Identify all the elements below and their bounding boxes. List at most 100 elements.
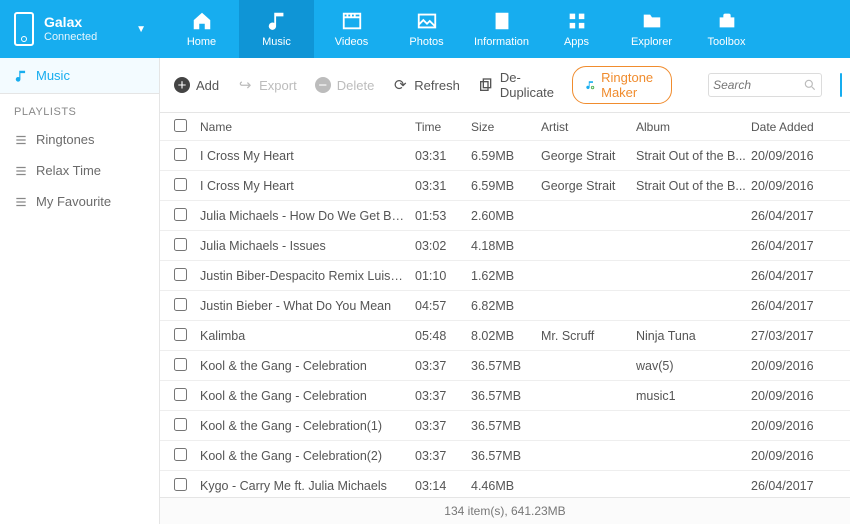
nav-label: Home [187, 36, 216, 48]
cell-artist: George Strait [541, 179, 636, 193]
table-row[interactable]: Julia Michaels - How Do We Get Ba...01:5… [160, 201, 850, 231]
select-all-checkbox[interactable] [174, 119, 187, 132]
cell-size: 6.59MB [471, 149, 541, 163]
cell-date: 20/09/2016 [751, 359, 836, 373]
cell-time: 03:37 [415, 419, 471, 433]
nav-label: Toolbox [708, 36, 746, 48]
col-name[interactable]: Name [200, 120, 415, 134]
refresh-button[interactable]: ⟳Refresh [392, 77, 460, 93]
nav-photos[interactable]: Photos [389, 0, 464, 58]
cell-name: Justin Bieber - What Do You Mean [200, 299, 415, 313]
row-checkbox[interactable] [174, 208, 187, 221]
cell-name: Julia Michaels - Issues [200, 239, 415, 253]
table-row[interactable]: Kool & the Gang - Celebration03:3736.57M… [160, 351, 850, 381]
row-checkbox[interactable] [174, 148, 187, 161]
main-panel: +Add ↪Export −Delete ⟳Refresh De-Duplica… [160, 58, 850, 524]
nav-home[interactable]: Home [164, 0, 239, 58]
cell-size: 36.57MB [471, 449, 541, 463]
cell-date: 26/04/2017 [751, 479, 836, 493]
nav-apps[interactable]: Apps [539, 0, 614, 58]
cell-name: Kool & the Gang - Celebration [200, 359, 415, 373]
row-checkbox[interactable] [174, 298, 187, 311]
nav-toolbox[interactable]: Toolbox [689, 0, 764, 58]
app-header: Galax Connected ▼ Home Music Videos Phot… [0, 0, 850, 58]
search-box[interactable] [708, 73, 822, 97]
list-icon [14, 133, 28, 147]
table-row[interactable]: I Cross My Heart03:316.59MBGeorge Strait… [160, 141, 850, 171]
table-row[interactable]: I Cross My Heart03:316.59MBGeorge Strait… [160, 171, 850, 201]
ringtone-maker-button[interactable]: Ringtone Maker [572, 66, 672, 104]
cell-album: Strait Out of the B... [636, 149, 751, 163]
col-size[interactable]: Size [471, 120, 541, 134]
cell-album: music1 [636, 389, 751, 403]
grid-view-button[interactable] [841, 74, 842, 96]
device-name: Galax [44, 14, 97, 31]
sidebar-item-label: Music [36, 68, 70, 83]
nav-label: Photos [409, 36, 443, 48]
col-date[interactable]: Date Added [751, 120, 836, 134]
sidebar-item-my-favourite[interactable]: My Favourite [0, 186, 159, 217]
sidebar-item-relax-time[interactable]: Relax Time [0, 155, 159, 186]
nav-explorer[interactable]: Explorer [614, 0, 689, 58]
row-checkbox[interactable] [174, 328, 187, 341]
table-row[interactable]: Julia Michaels - Issues03:024.18MB26/04/… [160, 231, 850, 261]
main-nav: Home Music Videos Photos Information App… [164, 0, 764, 58]
toolbox-icon [715, 10, 739, 32]
videos-icon [340, 10, 364, 32]
row-checkbox[interactable] [174, 238, 187, 251]
row-checkbox[interactable] [174, 358, 187, 371]
nav-label: Apps [564, 36, 589, 48]
cell-name: Kool & the Gang - Celebration [200, 389, 415, 403]
row-checkbox[interactable] [174, 178, 187, 191]
table-body[interactable]: I Cross My Heart03:316.59MBGeorge Strait… [160, 141, 850, 497]
search-input[interactable] [713, 78, 803, 92]
table-row[interactable]: Kool & the Gang - Celebration(2)03:3736.… [160, 441, 850, 471]
table-row[interactable]: Kool & the Gang - Celebration03:3736.57M… [160, 381, 850, 411]
table-row[interactable]: Kygo - Carry Me ft. Julia Michaels03:144… [160, 471, 850, 497]
nav-videos[interactable]: Videos [314, 0, 389, 58]
cell-size: 36.57MB [471, 389, 541, 403]
cell-time: 03:37 [415, 449, 471, 463]
cell-date: 20/09/2016 [751, 179, 836, 193]
cell-name: I Cross My Heart [200, 179, 415, 193]
row-checkbox[interactable] [174, 388, 187, 401]
delete-button[interactable]: −Delete [315, 77, 375, 93]
cell-time: 01:10 [415, 269, 471, 283]
button-label: Delete [337, 78, 375, 93]
phone-icon [14, 12, 34, 46]
cell-name: Kool & the Gang - Celebration(1) [200, 419, 415, 433]
sidebar-item-music[interactable]: Music [0, 58, 159, 94]
cell-time: 04:57 [415, 299, 471, 313]
cell-album: Strait Out of the B... [636, 179, 751, 193]
deduplicate-button[interactable]: De-Duplicate [478, 70, 554, 100]
table-row[interactable]: Kalimba05:488.02MBMr. ScruffNinja Tuna27… [160, 321, 850, 351]
sidebar-item-ringtones[interactable]: Ringtones [0, 124, 159, 155]
col-time[interactable]: Time [415, 120, 471, 134]
table-row[interactable]: Kool & the Gang - Celebration(1)03:3736.… [160, 411, 850, 441]
button-label: De-Duplicate [500, 70, 554, 100]
row-checkbox[interactable] [174, 268, 187, 281]
table-row[interactable]: Justin Bieber - What Do You Mean04:576.8… [160, 291, 850, 321]
row-checkbox[interactable] [174, 478, 187, 491]
nav-information[interactable]: Information [464, 0, 539, 58]
nav-music[interactable]: Music [239, 0, 314, 58]
row-checkbox[interactable] [174, 418, 187, 431]
col-artist[interactable]: Artist [541, 120, 636, 134]
export-button[interactable]: ↪Export [237, 77, 297, 93]
cell-date: 20/09/2016 [751, 449, 836, 463]
sidebar: Music PLAYLISTS Ringtones Relax Time My … [0, 58, 160, 524]
cell-date: 26/04/2017 [751, 239, 836, 253]
cell-name: I Cross My Heart [200, 149, 415, 163]
view-toggle [840, 73, 842, 97]
cell-time: 03:31 [415, 179, 471, 193]
row-checkbox[interactable] [174, 448, 187, 461]
add-button[interactable]: +Add [174, 77, 219, 93]
nav-label: Videos [335, 36, 368, 48]
apps-icon [565, 10, 589, 32]
sidebar-heading: PLAYLISTS [0, 94, 159, 124]
cell-size: 1.62MB [471, 269, 541, 283]
col-album[interactable]: Album [636, 120, 751, 134]
table-row[interactable]: Justin Biber-Despacito Remix Luis F...01… [160, 261, 850, 291]
cell-date: 26/04/2017 [751, 209, 836, 223]
device-selector[interactable]: Galax Connected ▼ [0, 0, 160, 58]
